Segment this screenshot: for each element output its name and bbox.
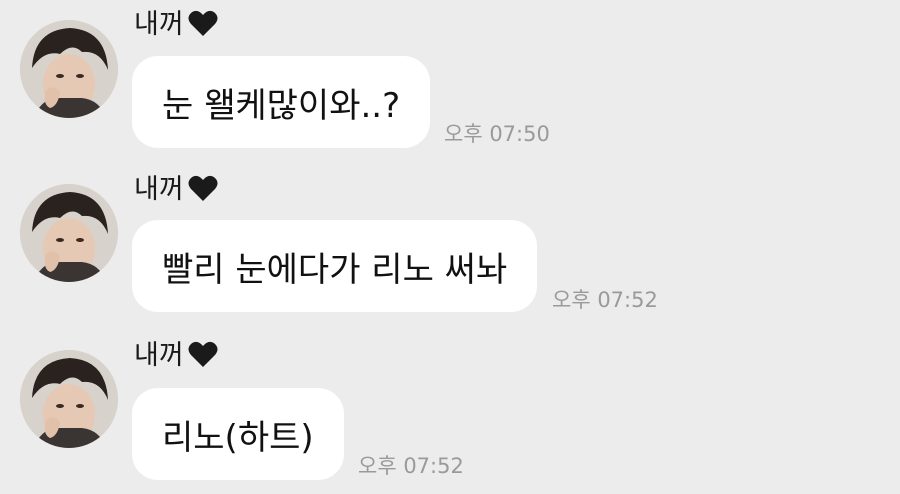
sender-name-text: 내꺼	[134, 174, 184, 205]
profile-photo-icon	[20, 20, 118, 118]
message-time: 오후 07:50	[444, 122, 550, 146]
black-heart-icon	[188, 174, 218, 211]
profile-photo-icon	[20, 184, 118, 282]
sender-name: 내꺼	[134, 173, 218, 211]
black-heart-icon	[188, 9, 218, 46]
message-text: 리노(하트)	[162, 417, 314, 458]
profile-photo-icon	[20, 350, 118, 448]
message-text: 눈 왤케많이와..?	[162, 85, 401, 126]
message-time: 오후 07:52	[552, 288, 658, 312]
avatar[interactable]	[20, 184, 118, 282]
message-text: 빨리 눈에다가 리노 써놔	[162, 249, 508, 290]
avatar[interactable]	[20, 20, 118, 118]
sender-name-text: 내꺼	[134, 9, 184, 40]
avatar[interactable]	[20, 350, 118, 448]
message-bubble[interactable]: 빨리 눈에다가 리노 써놔	[132, 220, 538, 312]
message-time: 오후 07:52	[358, 454, 464, 478]
black-heart-icon	[188, 340, 218, 377]
message-bubble[interactable]: 리노(하트)	[132, 388, 344, 480]
sender-name: 내꺼	[134, 8, 218, 46]
sender-name: 내꺼	[134, 339, 218, 377]
message-bubble[interactable]: 눈 왤케많이와..?	[132, 56, 431, 148]
sender-name-text: 내꺼	[134, 340, 184, 371]
